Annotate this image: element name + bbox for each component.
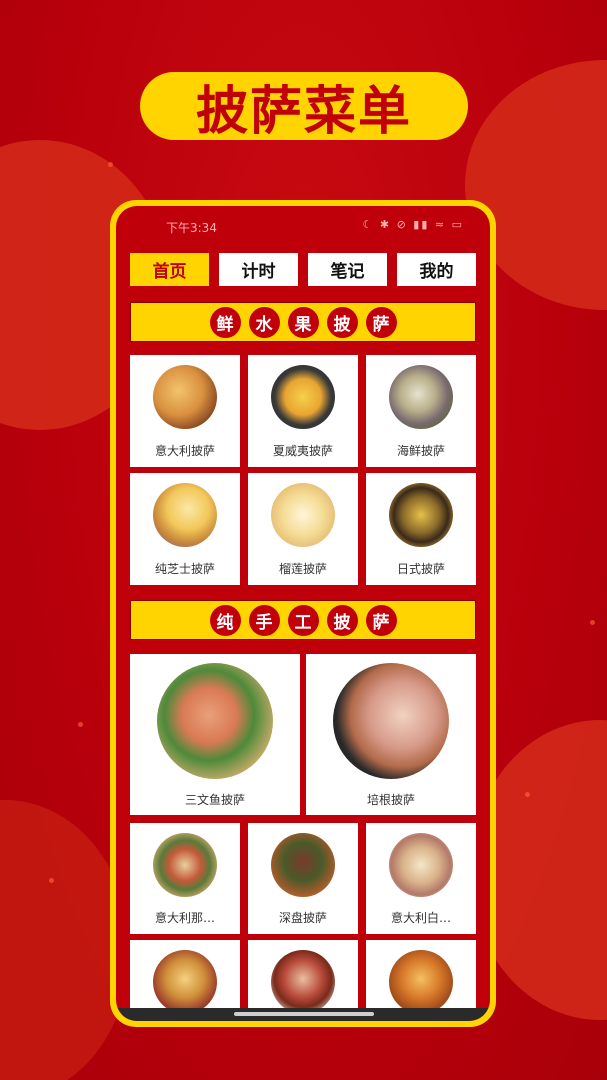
pizza-name: 纯芝士披萨 bbox=[154, 562, 215, 576]
tab-mine[interactable]: 我的 bbox=[397, 253, 476, 286]
page-title: 披萨菜单 bbox=[195, 82, 412, 142]
pizza-image bbox=[333, 663, 449, 779]
pizza-card[interactable]: 海鲜披萨 bbox=[366, 355, 476, 467]
pizza-image bbox=[271, 950, 335, 1014]
pizza-image bbox=[271, 483, 335, 547]
pizza-image bbox=[389, 483, 453, 547]
pizza-card[interactable]: 深盘披萨 bbox=[248, 823, 358, 934]
pizza-card[interactable] bbox=[130, 940, 240, 1014]
section-char: 萨 bbox=[365, 604, 397, 636]
bg-dot bbox=[108, 162, 113, 167]
pizza-card[interactable]: 日式披萨 bbox=[366, 473, 476, 585]
pizza-image bbox=[389, 833, 453, 897]
pizza-card[interactable]: 意大利披萨 bbox=[130, 355, 240, 467]
home-indicator[interactable] bbox=[234, 1012, 374, 1016]
pizza-image bbox=[153, 365, 217, 429]
bg-dot bbox=[49, 878, 54, 883]
pizza-image bbox=[153, 950, 217, 1014]
pizza-card[interactable]: 榴莲披萨 bbox=[248, 473, 358, 585]
pizza-card[interactable]: 三文鱼披萨 bbox=[130, 654, 300, 815]
section-char: 手 bbox=[248, 604, 280, 636]
pizza-image bbox=[271, 833, 335, 897]
phone-screen: 下午3:34 ☾ ✱ ⊘ ▮▮ ≈ ▭ 首页 计时 笔记 我的 鲜 水 果 披 … bbox=[116, 206, 490, 1021]
pizza-name: 深盘披萨 bbox=[278, 911, 327, 925]
pizza-name: 三文鱼披萨 bbox=[184, 793, 245, 807]
tab-timer[interactable]: 计时 bbox=[219, 253, 298, 286]
pizza-name: 意大利白… bbox=[390, 911, 451, 925]
bg-dot bbox=[590, 620, 595, 625]
section-fresh-fruit-pizza: 鲜 水 果 披 萨 bbox=[130, 302, 476, 342]
pizza-image bbox=[389, 365, 453, 429]
pizza-card[interactable]: 意大利白… bbox=[366, 823, 476, 934]
section-char: 果 bbox=[287, 306, 319, 338]
pizza-image bbox=[153, 483, 217, 547]
pizza-name: 意大利那… bbox=[154, 911, 215, 925]
status-bar: 下午3:34 ☾ ✱ ⊘ ▮▮ ≈ ▭ bbox=[116, 206, 490, 244]
tab-notes[interactable]: 笔记 bbox=[308, 253, 387, 286]
pizza-name: 榴莲披萨 bbox=[278, 562, 327, 576]
pizza-name: 意大利披萨 bbox=[154, 444, 215, 458]
pizza-card[interactable]: 夏威夷披萨 bbox=[248, 355, 358, 467]
section-char: 鲜 bbox=[209, 306, 241, 338]
section-char: 萨 bbox=[365, 306, 397, 338]
section-char: 披 bbox=[326, 306, 358, 338]
bg-dot bbox=[525, 792, 530, 797]
section-char: 工 bbox=[287, 604, 319, 636]
pizza-image bbox=[157, 663, 273, 779]
status-time: 下午3:34 bbox=[166, 221, 217, 235]
pizza-name: 培根披萨 bbox=[366, 793, 415, 807]
pizza-image bbox=[153, 833, 217, 897]
bg-dot bbox=[78, 722, 83, 727]
section-char: 水 bbox=[248, 306, 280, 338]
pizza-name: 海鲜披萨 bbox=[396, 444, 445, 458]
pizza-name: 日式披萨 bbox=[396, 562, 445, 576]
pizza-card[interactable]: 纯芝士披萨 bbox=[130, 473, 240, 585]
pizza-card[interactable]: 意大利那… bbox=[130, 823, 240, 934]
pizza-card[interactable]: 培根披萨 bbox=[306, 654, 476, 815]
pizza-card[interactable] bbox=[248, 940, 358, 1014]
pizza-card[interactable] bbox=[366, 940, 476, 1014]
section-char: 披 bbox=[326, 604, 358, 636]
tab-home[interactable]: 首页 bbox=[130, 253, 209, 286]
section-handmade-pizza: 纯 手 工 披 萨 bbox=[130, 600, 476, 640]
pizza-image bbox=[389, 950, 453, 1014]
section-char: 纯 bbox=[209, 604, 241, 636]
pizza-name: 夏威夷披萨 bbox=[272, 444, 333, 458]
pizza-image bbox=[271, 365, 335, 429]
status-icons: ☾ ✱ ⊘ ▮▮ ≈ ▭ bbox=[362, 218, 464, 231]
